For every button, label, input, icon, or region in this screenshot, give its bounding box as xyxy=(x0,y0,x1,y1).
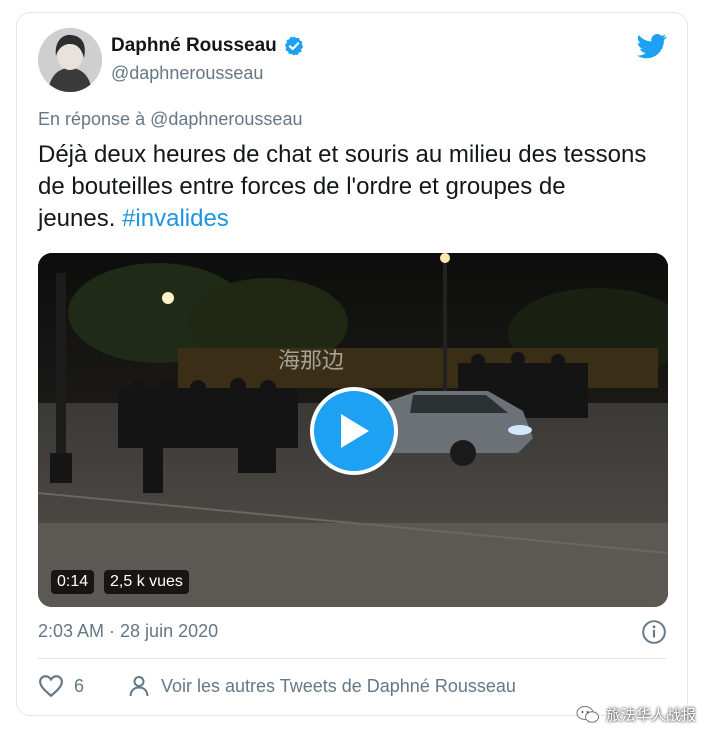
more-tweets-label: Voir les autres Tweets de Daphné Roussea… xyxy=(161,675,516,696)
footer-watermark: 旅法华人战报 xyxy=(576,704,696,725)
verified-badge-icon xyxy=(284,36,303,56)
user-icon xyxy=(129,676,149,697)
divider xyxy=(38,658,667,659)
tweet-timestamp[interactable]: 2:03 AM · 28 juin 2020 xyxy=(38,621,218,642)
wechat-icon xyxy=(576,705,599,723)
hashtag-link[interactable]: #invalides xyxy=(122,205,229,232)
twitter-bird-icon[interactable] xyxy=(637,31,667,61)
more-tweets-link[interactable]: Voir les autres Tweets de Daphné Roussea… xyxy=(127,674,516,698)
tweet-text: Déjà deux heures de chat et souris au mi… xyxy=(38,139,648,235)
author-row: Daphné Rousseau xyxy=(111,35,305,57)
video-player[interactable]: 海那边 0:14 2,5 k vues xyxy=(38,253,668,607)
like-action[interactable]: 6 xyxy=(38,674,84,698)
play-icon xyxy=(341,414,369,448)
author-handle[interactable]: @daphnerousseau xyxy=(111,63,263,84)
video-views-badge: 2,5 k vues xyxy=(104,570,189,594)
play-button[interactable] xyxy=(310,387,398,475)
author-name[interactable]: Daphné Rousseau xyxy=(111,35,277,57)
avatar[interactable] xyxy=(38,28,102,92)
reply-context[interactable]: En réponse à @daphnerousseau xyxy=(38,109,302,130)
video-duration-badge: 0:14 xyxy=(51,570,95,594)
heart-icon xyxy=(39,675,63,698)
tweet-card: Daphné Rousseau @daphnerousseau En répon… xyxy=(16,12,688,716)
video-overlay-watermark: 海那边 xyxy=(278,349,345,374)
like-count: 6 xyxy=(74,675,85,696)
footer-watermark-text: 旅法华人战报 xyxy=(605,706,696,724)
info-icon[interactable] xyxy=(641,619,667,645)
